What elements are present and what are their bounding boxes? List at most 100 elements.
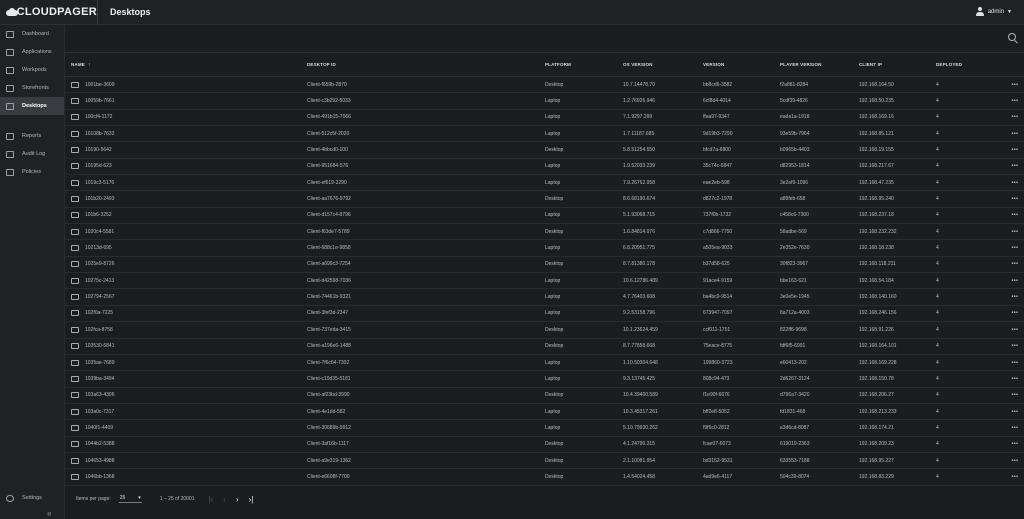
row-menu-icon[interactable]: ••• (1006, 245, 1024, 251)
sidebar-item-label: Policies (22, 169, 41, 175)
cell-player-version: 30f823-3967 (780, 261, 809, 268)
row-menu-icon[interactable]: ••• (1006, 376, 1024, 382)
row-menu-icon[interactable]: ••• (1006, 441, 1024, 447)
table-row[interactable]: 10213d-695 Client-688c1e-9858 Laptop 6.8.20… (65, 240, 1024, 257)
table-row[interactable]: 10059b-7661 Client-c3b292-5033 Laptop 1.2.7… (65, 93, 1024, 110)
last-page-button[interactable]: ›| (249, 495, 254, 504)
sidebar-item-workpods[interactable]: Workpods (0, 61, 64, 79)
column-header-desktop-id[interactable]: DESKTOP ID (307, 62, 545, 67)
row-menu-icon[interactable]: ••• (1006, 327, 1024, 333)
table-row[interactable]: 102fca-8758 Client-737eda-3415 Desktop 10.1… (65, 322, 1024, 339)
table-row[interactable]: 103a0c-7317 Client-4e1dd-582 Laptop 10.3.45… (65, 404, 1024, 421)
row-menu-icon[interactable]: ••• (1006, 474, 1024, 480)
row-menu-icon[interactable]: ••• (1006, 294, 1024, 300)
cell-platform: Laptop (545, 212, 561, 219)
cell-version: bd3152-9531 (703, 457, 733, 464)
table-row[interactable]: 103530-6841 Client-a196e6-1488 Desktop 8.7.… (65, 339, 1024, 355)
cell-client-ip: 192.168.174.21 (859, 424, 894, 431)
table-row[interactable]: 103a63-4396 Client-af23bd-3990 Desktop 10.4… (65, 388, 1024, 404)
cell-desktop-id: Client-3fef3d-2347 (307, 310, 349, 317)
column-header-player-version[interactable]: PLAYER VERSION (780, 62, 859, 67)
cell-desktop-id: Client-ef619-2290 (307, 179, 347, 186)
table-row[interactable]: 101b20-2493 Client-aa7676-9792 Desktop 8.6.… (65, 191, 1024, 208)
row-menu-icon[interactable]: ••• (1006, 147, 1024, 153)
row-menu-icon[interactable]: ••• (1006, 180, 1024, 186)
row-menu-icon[interactable]: ••• (1006, 360, 1024, 366)
row-menu-icon[interactable]: ••• (1006, 163, 1024, 169)
brand-logo[interactable]: CLOUDPAGER (0, 6, 97, 18)
table-row[interactable]: 1019c3-5176 Client-ef619-2290 Laptop 7.9.26… (65, 175, 1024, 192)
column-header-platform[interactable]: PLATFORM (545, 62, 623, 67)
table-row[interactable]: 1025e9-8726 Client-a699c3-7254 Desktop 8.7.… (65, 257, 1024, 274)
cell-deployed: 4 (936, 163, 939, 170)
row-menu-icon[interactable]: ••• (1006, 98, 1024, 104)
table-row[interactable]: 101b6-3252 Client-d157c4-8796 Laptop 5.1.93… (65, 208, 1024, 225)
table-row[interactable]: 102f0a-7225 Client-3fef3d-2347 Laptop 9.2.5… (65, 306, 1024, 323)
cell-deployed: 4 (936, 441, 939, 448)
sidebar-item-label: Storefronts (22, 85, 49, 91)
next-page-button[interactable]: › (236, 495, 239, 504)
page-title: Desktops (110, 7, 151, 17)
table-row[interactable]: 1039ba-3494 Client-c19d35-5181 Laptop 9.3.1… (65, 371, 1024, 388)
cell-platform: Laptop (545, 114, 561, 121)
sidebar-item-desktops[interactable]: Desktops (0, 97, 64, 115)
table-row[interactable]: 1001be-3609 Client-f659b-2870 Desktop 10.7.… (65, 77, 1024, 94)
sidebar-item-dashboard[interactable]: Dashboard (0, 25, 64, 43)
items-per-page-select[interactable]: 25 ▾ (118, 495, 142, 503)
row-menu-icon[interactable]: ••• (1006, 409, 1024, 415)
cell-deployed: 4 (936, 375, 939, 382)
desktop-icon (71, 424, 79, 431)
row-menu-icon[interactable]: ••• (1006, 310, 1024, 316)
row-menu-icon[interactable]: ••• (1006, 278, 1024, 284)
desktop-icon (71, 277, 79, 284)
sidebar-item-policies[interactable]: Policies (0, 163, 64, 181)
row-menu-icon[interactable]: ••• (1006, 114, 1024, 120)
sidebar-item-audit-log[interactable]: Audit Log (0, 145, 64, 163)
table-row[interactable]: 10195d-623 Client-951684-576 Laptop 1.9.520… (65, 159, 1024, 176)
row-menu-icon[interactable]: ••• (1006, 229, 1024, 235)
table-row[interactable]: 1046bb-1368 Client-e6608f-7700 Desktop 1.4.… (65, 469, 1024, 486)
previous-page-button[interactable]: ‹ (223, 495, 226, 504)
cell-client-ip: 192.168.206.27 (859, 392, 894, 399)
sidebar-item-applications[interactable]: Applications (0, 43, 64, 61)
cell-deployed: 4 (936, 408, 939, 415)
row-menu-icon[interactable]: ••• (1006, 82, 1024, 88)
user-menu[interactable]: admin ▼ (975, 7, 1012, 16)
row-menu-icon[interactable]: ••• (1006, 425, 1024, 431)
column-header-version[interactable]: VERSION (703, 62, 780, 67)
sidebar-item-settings[interactable]: Settings (0, 489, 65, 507)
desktop-icon (71, 343, 79, 350)
row-menu-icon[interactable]: ••• (1006, 196, 1024, 202)
table-row[interactable]: 10108b-7632 Client-512c5f-2020 Laptop 1.7.1… (65, 126, 1024, 143)
row-menu-icon[interactable]: ••• (1006, 212, 1024, 218)
sidebar-item-reports[interactable]: Reports (0, 127, 64, 145)
cell-platform: Laptop (545, 310, 561, 317)
search-icon[interactable] (1008, 33, 1016, 41)
first-page-button[interactable]: |‹ (209, 495, 214, 504)
table-row[interactable]: 1040f1-4409 Client-30689b-9912 Laptop 5.10.… (65, 420, 1024, 437)
row-menu-icon[interactable]: ••• (1006, 343, 1024, 349)
sidebar-item-storefronts[interactable]: Storefronts (0, 79, 64, 97)
cell-deployed: 4 (936, 359, 939, 366)
cell-name: 10195d-623 (65, 163, 307, 170)
table-row[interactable]: 100cf4-1172 Client-491b15-7066 Laptop 7.1.9… (65, 110, 1024, 127)
table-row[interactable]: 10275c-2413 Client-d42598-7036 Laptop 10.6.… (65, 273, 1024, 290)
table-row[interactable]: 1044b2-5388 Client-3af16b-1117 Desktop 4.1.… (65, 437, 1024, 453)
table-row[interactable]: 1020c4-5581 Client-f63de7-5789 Desktop 1.6.… (65, 224, 1024, 241)
column-header-name[interactable]: NAME ↑ (65, 62, 307, 68)
row-menu-icon[interactable]: ••• (1006, 392, 1024, 398)
row-menu-icon[interactable]: ••• (1006, 131, 1024, 137)
table-row[interactable]: 1035ae-7689 Client-7f6c64-7302 Laptop 1.10.… (65, 355, 1024, 372)
table-row[interactable]: 10190-5642 Client-4bbcd0-100 Desktop 5.8.51… (65, 142, 1024, 159)
row-menu-icon[interactable]: ••• (1006, 261, 1024, 267)
cell-name: 100cf4-1172 (65, 114, 307, 121)
table-row[interactable]: 104653-4988 Client-a9e319-1362 Desktop 2.1.… (65, 453, 1024, 470)
column-header-deployed[interactable]: DEPLOYED (936, 62, 1006, 67)
cell-name: 1040f1-4409 (65, 424, 307, 431)
column-header-client-ip[interactable]: CLIENT IP (859, 62, 936, 67)
cell-version: f9f6c0-2812 (703, 424, 730, 431)
column-header-os-version[interactable]: OS VERSION (623, 62, 703, 67)
row-menu-icon[interactable]: ••• (1006, 458, 1024, 464)
collapse-sidebar-icon[interactable]: « (47, 509, 51, 518)
table-row[interactable]: 102794-2567 Client-74461b-9321 Laptop 4.7.7… (65, 289, 1024, 306)
